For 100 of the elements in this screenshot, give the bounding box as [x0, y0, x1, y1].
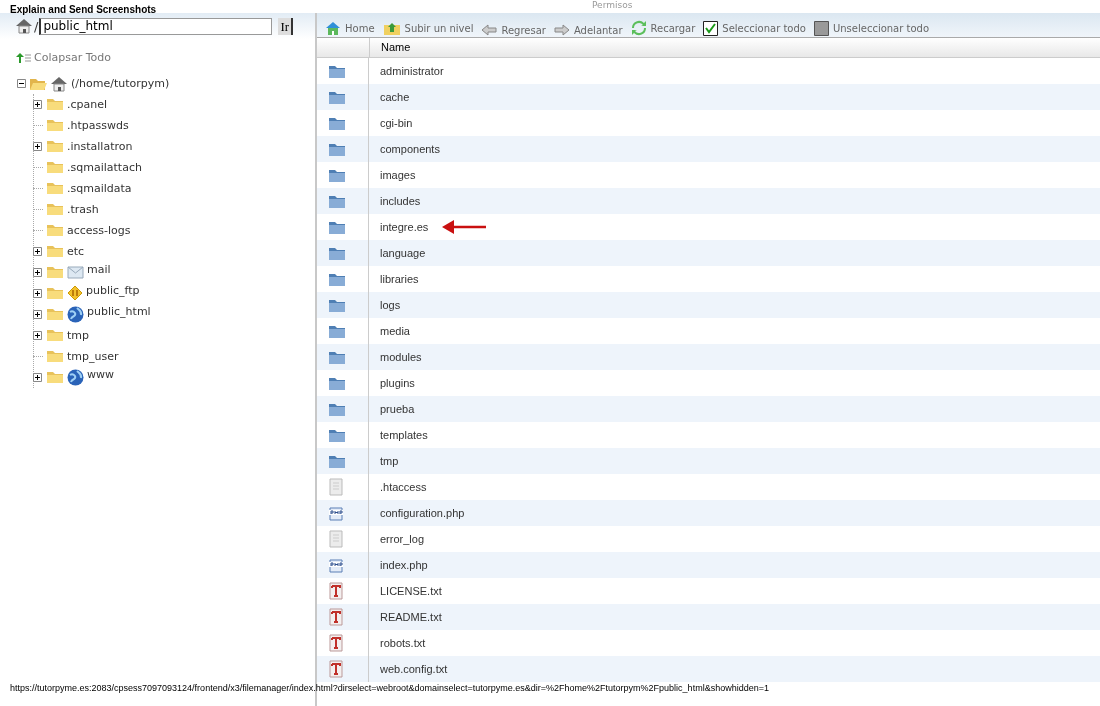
file-name[interactable]: cache: [380, 91, 410, 103]
tree-item[interactable]: access-logs: [67, 223, 131, 237]
file-name[interactable]: plugins: [380, 377, 415, 389]
folder-icon: [328, 401, 346, 417]
file-name[interactable]: media: [380, 325, 410, 337]
folder-icon: [46, 118, 64, 132]
text-file-icon: [328, 634, 344, 652]
path-field[interactable]: public_html: [39, 17, 273, 35]
tree-item[interactable]: etc: [67, 244, 85, 258]
file-name[interactable]: README.txt: [380, 611, 442, 623]
checked-checkbox-icon: [703, 21, 719, 36]
home-icon: [15, 18, 33, 34]
file-name[interactable]: web.config.txt: [380, 663, 448, 675]
file-name[interactable]: integre.es: [380, 221, 429, 233]
tree-item[interactable]: tmp: [67, 328, 89, 342]
file-name[interactable]: .htaccess: [380, 481, 427, 493]
reload-icon: [630, 20, 647, 36]
folder-icon: [46, 160, 64, 174]
file-name[interactable]: language: [380, 247, 426, 259]
toolbar-button[interactable]: Unseleccionar todo: [813, 21, 930, 37]
column-header[interactable]: Name: [370, 38, 411, 57]
folder-icon: [328, 349, 346, 365]
folder-icon: [46, 328, 64, 342]
file-name[interactable]: templates: [380, 429, 428, 441]
file-name[interactable]: prueba: [380, 403, 415, 415]
file-name[interactable]: error_log: [380, 533, 425, 545]
file-name[interactable]: modules: [380, 351, 422, 363]
toolbar-button[interactable]: Subir un nivel: [382, 21, 474, 37]
home-icon: [325, 21, 341, 36]
file-name[interactable]: tmp: [380, 455, 399, 467]
text-file-icon: [328, 608, 344, 626]
text-file-icon: [328, 660, 344, 678]
folder-icon: [328, 453, 346, 469]
tree-item[interactable]: public_html: [87, 304, 151, 318]
tree-item[interactable]: www: [87, 367, 114, 381]
folder-icon: [328, 245, 346, 261]
arrow-left-icon: [481, 24, 498, 36]
caption-text: Explain and Send Screenshots: [10, 4, 157, 15]
folder-icon: [46, 223, 64, 237]
toolbar-button[interactable]: Adelantar: [553, 24, 623, 37]
file-name[interactable]: administrator: [380, 65, 444, 77]
open-folder-icon: [29, 76, 47, 91]
toolbar-button[interactable]: Home: [325, 21, 375, 37]
folder-icon: [46, 349, 64, 363]
tree-item[interactable]: (/home/tutorpym): [71, 77, 170, 90]
file-name[interactable]: libraries: [380, 273, 419, 285]
tree-item[interactable]: .trash: [67, 202, 99, 216]
folder-icon: [46, 307, 64, 321]
file-name[interactable]: images: [380, 169, 416, 181]
folder-icon: [46, 202, 64, 216]
folder-icon: [328, 141, 346, 157]
file-name[interactable]: LICENSE.txt: [380, 585, 442, 597]
header-title: Permisos: [592, 0, 633, 10]
folder-icon: [328, 427, 346, 443]
folder-icon: [46, 139, 64, 153]
file-name[interactable]: configuration.php: [380, 507, 465, 519]
file-name[interactable]: robots.txt: [380, 637, 426, 649]
folder-icon: [46, 286, 64, 300]
folder-icon: [328, 271, 346, 287]
globe-icon: [67, 368, 84, 386]
globe-icon: [67, 305, 84, 323]
file-name[interactable]: index.php: [380, 559, 428, 571]
tree-item[interactable]: .sqmailattach: [67, 160, 142, 174]
tree-item[interactable]: tmp_user: [67, 349, 119, 363]
toolbar-button[interactable]: Seleccionar todo: [703, 21, 806, 37]
folder-icon: [328, 375, 346, 391]
folder-icon: [46, 244, 64, 258]
envelope-icon: [67, 264, 84, 280]
folder-icon: [46, 97, 64, 111]
folder-icon: [328, 167, 346, 183]
tree-item[interactable]: public_ftp: [86, 283, 140, 297]
tree-item[interactable]: .cpanel: [67, 97, 108, 111]
home-icon: [50, 75, 68, 92]
folder-icon: [46, 181, 64, 195]
toolbar-button[interactable]: Recargar: [630, 20, 696, 37]
folder-icon: [328, 63, 346, 79]
tree-item[interactable]: .installatron: [67, 139, 133, 153]
folder-icon: [46, 265, 64, 279]
collapse-icon: [15, 51, 31, 64]
folder-icon: [328, 219, 346, 235]
folder-up-icon: [382, 21, 401, 36]
go-button[interactable]: Ir: [278, 17, 294, 35]
file-name[interactable]: components: [380, 143, 440, 155]
folder-icon: [328, 297, 346, 313]
empty-checkbox-icon: [813, 21, 829, 36]
folder-icon: [328, 115, 346, 131]
folder-icon: [46, 370, 64, 384]
status-url: https://tutorpyme.es:2083/cpsess7097093124/frontend/x3/filemanager/index.html?dirselect=webroot&domainselect=tutorpyme.es&dir=%2Fhome%2Ftutorpym%2Fpublic_html&showhidden=1: [10, 683, 769, 693]
file-name[interactable]: includes: [380, 195, 421, 207]
tree-item[interactable]: mail: [87, 262, 111, 276]
collapse-all-link[interactable]: Colapsar Todo: [15, 51, 111, 64]
file-name[interactable]: cgi-bin: [380, 117, 413, 129]
tree-item[interactable]: .sqmaildata: [67, 181, 132, 195]
file-name[interactable]: logs: [380, 299, 401, 311]
document-icon: [328, 478, 344, 496]
folder-icon: [328, 193, 346, 209]
toolbar-button[interactable]: Regresar: [481, 24, 546, 37]
document-icon: [328, 530, 344, 548]
folder-icon: [328, 89, 346, 105]
tree-item[interactable]: .htpasswds: [67, 118, 129, 132]
